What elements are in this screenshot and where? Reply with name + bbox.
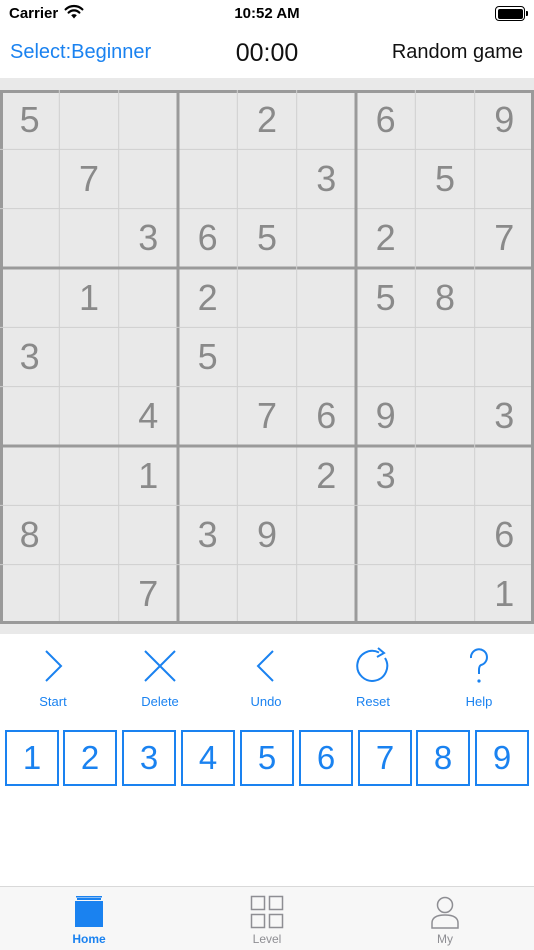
board-area: 52697353652712583547693123839671	[0, 78, 534, 634]
number-key-9[interactable]: 9	[475, 730, 529, 786]
start-button[interactable]: Start	[0, 646, 106, 712]
sudoku-board: 52697353652712583547693123839671	[0, 90, 534, 624]
refresh-icon	[356, 647, 389, 682]
number-key-4[interactable]: 4	[181, 730, 235, 786]
action-toolbar: Start Delete Undo Reset Help	[0, 646, 534, 712]
help-label: Help	[465, 694, 493, 709]
level-select-button[interactable]: Select:Beginner	[10, 41, 151, 64]
tab-my[interactable]: My	[356, 887, 534, 950]
start-label: Start	[39, 694, 67, 709]
number-key-5[interactable]: 5	[240, 730, 294, 786]
number-pad: 123456789	[0, 730, 534, 786]
delete-button[interactable]: Delete	[107, 646, 213, 712]
number-key-1[interactable]: 1	[5, 730, 59, 786]
number-key-3[interactable]: 3	[122, 730, 176, 786]
tab-home[interactable]: Home	[0, 887, 178, 950]
board-grid-lines	[0, 90, 534, 624]
person-icon	[431, 896, 459, 929]
question-icon	[469, 648, 488, 683]
close-icon	[144, 650, 176, 682]
tab-level-label: Level	[252, 932, 282, 946]
help-button[interactable]: Help	[426, 646, 532, 712]
undo-label: Undo	[250, 694, 282, 709]
tab-level[interactable]: Level	[178, 887, 356, 950]
random-game-button[interactable]: Random game	[392, 41, 523, 64]
number-key-7[interactable]: 7	[358, 730, 412, 786]
status-bar: Carrier 10:52 AM	[0, 0, 534, 30]
number-key-2[interactable]: 2	[63, 730, 117, 786]
status-time: 10:52 AM	[234, 5, 300, 22]
tab-home-label: Home	[72, 932, 106, 946]
battery-icon	[495, 6, 528, 21]
delete-label: Delete	[141, 694, 179, 709]
home-icon	[75, 896, 103, 927]
chevron-left-icon	[256, 650, 274, 682]
undo-button[interactable]: Undo	[213, 646, 319, 712]
number-key-8[interactable]: 8	[416, 730, 470, 786]
reset-label: Reset	[356, 694, 390, 709]
number-key-6[interactable]: 6	[299, 730, 353, 786]
tab-my-label: My	[437, 932, 453, 946]
tab-bar: Home Level My	[0, 886, 534, 950]
nav-bar: Select:Beginner 00:00 Random game	[0, 30, 534, 78]
grid-icon	[250, 895, 284, 929]
reset-button[interactable]: Reset	[320, 646, 426, 712]
chevron-right-icon	[45, 650, 63, 682]
